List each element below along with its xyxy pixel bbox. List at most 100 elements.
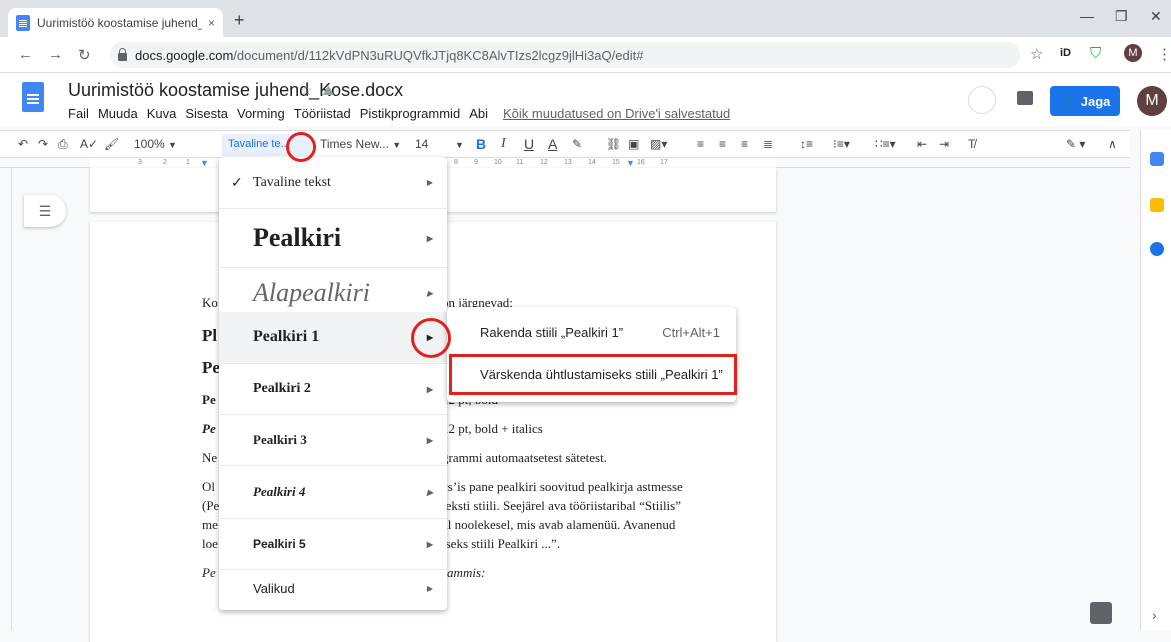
spellcheck-icon[interactable]: A✓ bbox=[80, 137, 98, 151]
docs-home-icon[interactable] bbox=[22, 82, 44, 112]
back-icon[interactable]: ← bbox=[18, 46, 33, 63]
style-label: Alapealkiri bbox=[253, 278, 370, 307]
menu-edit[interactable]: Muuda bbox=[98, 106, 138, 121]
calendar-icon[interactable] bbox=[1150, 152, 1164, 166]
font-size-chevron-icon[interactable]: ▼ bbox=[455, 137, 464, 151]
browser-tab[interactable]: Uurimistöö koostamise juhend_K × bbox=[8, 8, 223, 37]
bookmark-star-icon[interactable]: ☆ bbox=[1030, 45, 1043, 63]
chevron-right-icon: ▶ bbox=[426, 178, 433, 187]
browser-menu-icon[interactable]: ⋮ bbox=[1157, 45, 1171, 63]
italic-button[interactable]: I bbox=[501, 136, 506, 152]
font-select[interactable]: Times New... ▼ bbox=[320, 137, 401, 151]
collapse-toolbar-icon[interactable]: ∧ bbox=[1108, 137, 1117, 151]
clear-formatting-icon[interactable]: T̸ bbox=[968, 137, 975, 151]
increase-indent-icon[interactable]: ⇥ bbox=[939, 137, 949, 151]
tab-close-icon[interactable]: × bbox=[208, 16, 215, 30]
shield-extension-icon[interactable]: ⛉ bbox=[1090, 45, 1101, 62]
menu-view[interactable]: Kuva bbox=[147, 106, 177, 121]
print-icon[interactable]: ⎙ bbox=[58, 137, 68, 152]
document-outline-button[interactable]: ☰ bbox=[24, 195, 66, 227]
chevron-right-icon: ▶ bbox=[426, 539, 433, 549]
id-extension-icon[interactable]: iD bbox=[1060, 47, 1071, 59]
doc-text: cs’is pane pealkiri soovitud pealkirja a… bbox=[442, 479, 683, 494]
url-input[interactable]: docs.google.com/document/d/112kVdPN3uRUQ… bbox=[110, 42, 1020, 68]
style-options[interactable]: Valikud ▶ bbox=[219, 570, 447, 606]
save-status-link[interactable]: Kõik muudatused on Drive'i salvestatud bbox=[503, 106, 730, 121]
doc-heading: Pe bbox=[202, 358, 220, 377]
comment-history-button[interactable] bbox=[968, 86, 996, 114]
lock-icon bbox=[118, 48, 127, 61]
numbered-list-icon[interactable]: ⁝≡▾ bbox=[833, 137, 850, 151]
docs-favicon-icon bbox=[16, 14, 30, 31]
keep-icon[interactable] bbox=[1150, 198, 1164, 212]
submenu-label: Rakenda stiili „Pealkiri 1” bbox=[480, 324, 624, 340]
add-comment-icon[interactable]: ▣ bbox=[628, 137, 639, 151]
chevron-down-icon: ▼ bbox=[168, 140, 177, 150]
chevron-down-icon: ▼ bbox=[392, 140, 402, 150]
tasks-icon[interactable] bbox=[1150, 242, 1164, 256]
underline-button[interactable]: U bbox=[524, 136, 534, 152]
zoom-value: 100% bbox=[134, 137, 165, 151]
forward-icon[interactable]: → bbox=[48, 46, 63, 63]
document-title[interactable]: Uurimistöö koostamise juhend_Kose.docx bbox=[68, 80, 403, 101]
undo-icon[interactable]: ↶ bbox=[18, 137, 28, 151]
horizontal-ruler: 3 2 1 ▼ 8 9 10 11 12 13 14 15 ▼ 16 17 bbox=[0, 158, 1130, 168]
account-avatar[interactable]: M bbox=[1137, 86, 1167, 116]
indent-marker-icon[interactable]: ▼ bbox=[200, 158, 209, 168]
align-center-icon[interactable]: ≡ bbox=[719, 137, 726, 151]
style-subtitle[interactable]: Alapealkiri ▶ bbox=[219, 268, 447, 318]
text-color-button[interactable]: A bbox=[548, 136, 557, 152]
url-host: docs.google.com bbox=[135, 47, 234, 63]
menu-file[interactable]: Fail bbox=[68, 106, 89, 121]
comments-icon[interactable] bbox=[1017, 91, 1033, 105]
doc-text: Ne bbox=[202, 450, 218, 465]
style-normal-text[interactable]: ✓ Tavaline tekst ▶ bbox=[219, 157, 447, 208]
shortcut-label: Ctrl+Alt+1 bbox=[662, 324, 720, 340]
annotation-circle bbox=[411, 318, 451, 358]
chevron-right-icon[interactable]: › bbox=[1152, 607, 1157, 623]
align-right-icon[interactable]: ≡ bbox=[741, 137, 748, 151]
docs-header: Uurimistöö koostamise juhend_Kose.docx ☆… bbox=[0, 74, 1171, 126]
chevron-right-icon: ▶ bbox=[426, 583, 433, 593]
link-icon[interactable]: ⛓ bbox=[606, 137, 621, 151]
reload-icon[interactable]: ↻ bbox=[78, 46, 91, 64]
redo-icon[interactable]: ↷ bbox=[38, 137, 48, 151]
restore-icon[interactable]: ❐ bbox=[1115, 8, 1128, 25]
editing-mode-icon[interactable]: ✎ ▾ bbox=[1066, 137, 1085, 151]
doc-text: iseks stiili Pealkiri ...”. bbox=[442, 536, 561, 551]
menu-insert[interactable]: Sisesta bbox=[185, 106, 228, 121]
close-window-icon[interactable]: ✕ bbox=[1150, 8, 1162, 25]
align-justify-icon[interactable]: ≣ bbox=[763, 137, 773, 151]
menu-addons[interactable]: Pistikprogrammid bbox=[360, 106, 460, 121]
paint-format-icon[interactable]: 🖌 bbox=[104, 137, 119, 151]
profile-avatar[interactable]: M bbox=[1124, 44, 1142, 62]
share-person-icon: 👤 bbox=[1059, 93, 1076, 108]
new-tab-button[interactable]: + bbox=[234, 10, 245, 31]
bulleted-list-icon[interactable]: ∷≡▾ bbox=[875, 137, 896, 151]
style-title[interactable]: Pealkiri ▶ bbox=[219, 209, 447, 267]
menu-help[interactable]: Abi bbox=[469, 106, 488, 121]
star-icon[interactable]: ☆ bbox=[300, 82, 313, 98]
align-left-icon[interactable]: ≡ bbox=[697, 137, 704, 151]
style-heading-5[interactable]: Pealkiri 5 ▶ bbox=[219, 519, 447, 569]
doc-heading: Pl bbox=[202, 326, 218, 345]
highlight-icon[interactable]: ✎ bbox=[572, 137, 582, 151]
explore-icon[interactable] bbox=[1090, 602, 1112, 624]
style-heading-3[interactable]: Pealkiri 3 ▶ bbox=[219, 415, 447, 465]
decrease-indent-icon[interactable]: ⇤ bbox=[917, 137, 927, 151]
style-heading-4[interactable]: Pealkiri 4 ▶ bbox=[219, 466, 447, 518]
insert-image-icon[interactable]: ▨▾ bbox=[650, 137, 667, 151]
zoom-select[interactable]: 100% ▼ bbox=[134, 137, 177, 151]
bold-button[interactable]: B bbox=[476, 136, 486, 152]
move-to-drive-icon[interactable]: ⛰ bbox=[322, 82, 334, 98]
menu-format[interactable]: Vorming bbox=[237, 106, 285, 121]
font-size-select[interactable]: 14 bbox=[415, 137, 428, 151]
apply-heading-1-item[interactable]: Rakenda stiili „Pealkiri 1” Ctrl+Alt+1 bbox=[447, 314, 736, 350]
share-button[interactable]: 👤 Jaga bbox=[1050, 86, 1120, 116]
right-indent-marker-icon[interactable]: ▼ bbox=[626, 158, 635, 168]
font-value: Times New... bbox=[320, 137, 389, 151]
style-heading-2[interactable]: Pealkiri 2 ▶ bbox=[219, 364, 447, 414]
minimize-icon[interactable]: — bbox=[1080, 8, 1094, 24]
line-spacing-icon[interactable]: ↕≡ bbox=[800, 137, 813, 151]
menu-tools[interactable]: Tööriistad bbox=[294, 106, 351, 121]
